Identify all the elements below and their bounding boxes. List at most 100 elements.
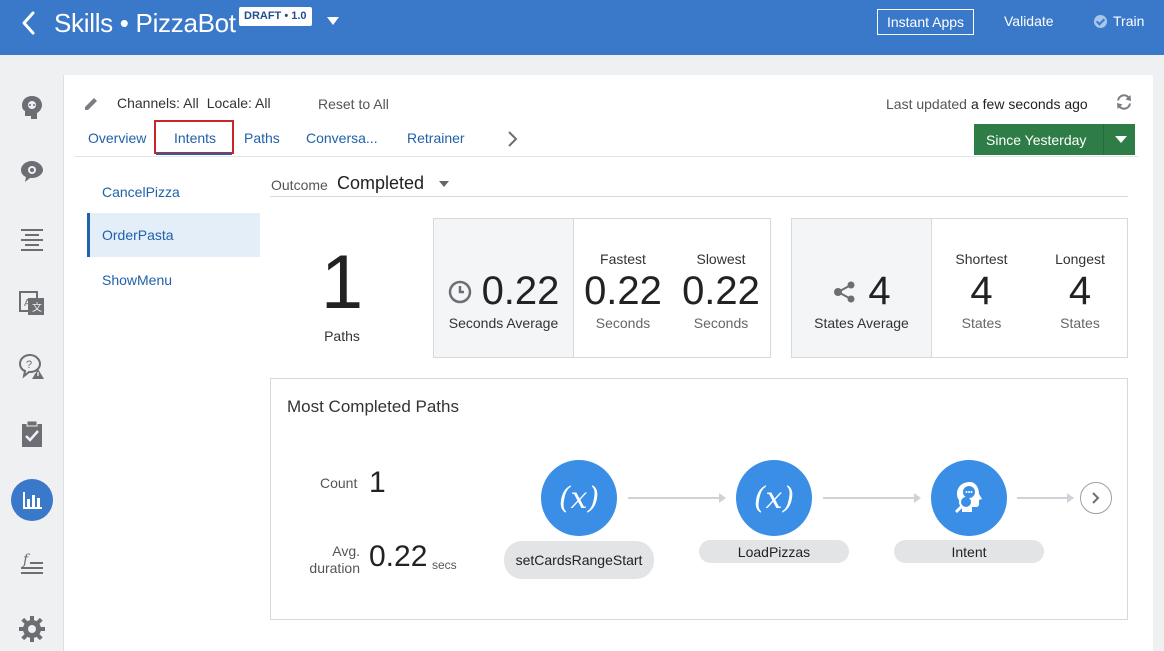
insights-checklist-icon[interactable] [16,418,48,450]
count-value: 1 [369,466,386,499]
shortest-cell: Shortest 4 States [932,219,1031,357]
duration-average-cell: 0.22 Seconds Average [434,219,574,357]
validate-button[interactable]: Validate [1004,13,1054,29]
filter-bar: Channels: All Locale: All [82,94,279,112]
slowest-value: 0.22 [682,269,760,313]
intent-item-cancelpizza[interactable]: CancelPizza [87,170,260,214]
path-node-variable[interactable]: (x) [541,460,617,536]
chevron-right-icon[interactable] [506,130,520,148]
components-icon[interactable]: f [16,549,48,581]
shortest-unit: States [961,315,1002,331]
slowest-unit: Seconds [693,315,749,331]
states-average-cell: 4 States Average [792,219,932,357]
locale-label: Locale: [206,95,252,111]
outcome-select[interactable]: Outcome Completed [270,170,1128,197]
shortest-label: Shortest [955,251,1008,267]
intent-head-icon [954,482,982,514]
channels-value: All [183,95,199,111]
last-updated-value: a few seconds ago [970,96,1088,112]
outcome-label: Outcome [271,177,328,193]
path-node-label: Intent [894,540,1044,563]
fastest-unit: Seconds [595,315,651,331]
chevron-right-icon [1092,492,1100,504]
slowest-cell: Slowest 0.22 Seconds [672,219,770,357]
states-stats: 4 States Average Shortest 4 States Longe… [791,218,1128,358]
app-title: Skills • PizzaBot [54,8,236,38]
refresh-icon[interactable] [1114,92,1134,112]
fastest-value: 0.22 [584,269,662,313]
chevron-down-icon[interactable] [439,181,449,187]
shortest-value: 4 [970,269,993,313]
pencil-icon[interactable] [82,94,100,112]
svg-text:文: 文 [32,301,42,314]
svg-text:f: f [22,552,31,568]
last-updated: Last updated a few seconds ago [886,96,1088,112]
path-arrow [1017,493,1074,503]
intent-item-showmenu[interactable]: ShowMenu [87,258,260,302]
quality-icon[interactable]: ? [16,351,48,383]
date-range-label: Since Yesterday [986,132,1087,148]
tab-intents[interactable]: Intents [174,130,216,146]
path-arrow [823,493,921,503]
path-arrow [628,493,726,503]
duration-average-label: Seconds Average [448,315,559,331]
reset-to-all-link[interactable]: Reset to All [318,96,389,112]
duration-average-value: 0.22 [481,269,560,313]
intents-icon[interactable] [16,92,48,124]
intent-item-orderpasta[interactable]: OrderPasta [87,213,260,257]
chevron-down-icon[interactable] [1115,136,1127,143]
top-bar: Skills • PizzaBot DRAFT • 1.0 Instant Ap… [0,0,1164,55]
duration-stats: 0.22 Seconds Average Fastest 0.22 Second… [433,218,771,358]
tab-retrainer[interactable]: Retrainer [407,130,465,146]
longest-value: 4 [1068,269,1092,313]
tab-conversations[interactable]: Conversa... [306,130,378,146]
instant-apps-button[interactable]: Instant Apps [877,9,974,35]
path-node-intent[interactable] [931,460,1007,536]
longest-label: Longest [1055,251,1105,267]
states-average-value: 4 [868,269,891,313]
avg-duration-unit: secs [432,558,457,572]
path-node-label: setCardsRangeStart [504,541,654,579]
states-average-label: States Average [814,315,909,331]
train-label: Train [1113,13,1145,29]
train-button[interactable]: Train [1094,13,1144,29]
count-label: Count [320,475,358,491]
svg-text:?: ? [26,359,32,371]
locale-filter: Locale: All [207,95,271,111]
paths-count: 1 [320,240,364,325]
most-completed-paths-title: Most Completed Paths [287,397,459,416]
left-sidebar: A文 ? f [0,55,63,651]
avg-label-line2: duration [309,560,360,576]
avg-label-line1: Avg. [332,543,360,559]
fastest-cell: Fastest 0.22 Seconds [574,219,672,357]
states-average-row: 4 [792,269,931,314]
next-path-button[interactable] [1080,482,1112,514]
path-node-label: LoadPizzas [699,540,849,563]
back-arrow-icon[interactable] [16,9,42,37]
duration-average-row: 0.22 [434,269,573,314]
slowest-label: Slowest [696,251,746,267]
avg-duration-value: 0.22 [369,540,428,573]
check-circle-icon [1094,14,1107,28]
locale-value: All [255,95,271,111]
entities-icon[interactable] [16,156,48,188]
insights-icon[interactable] [11,479,53,521]
last-updated-label: Last updated [886,96,967,112]
longest-cell: Longest 4 States [1031,219,1129,357]
avg-duration-label: Avg. duration [300,543,360,577]
tab-divider [74,156,1138,157]
resource-bundles-icon[interactable]: A文 [16,287,48,319]
date-range-dropdown[interactable]: Since Yesterday [974,124,1135,155]
chevron-down-icon[interactable] [327,17,339,25]
settings-gear-icon[interactable] [16,613,48,645]
variable-icon: (x) [753,480,795,516]
split-divider [1103,124,1104,155]
path-node-variable[interactable]: (x) [736,460,812,536]
tab-paths[interactable]: Paths [244,130,280,146]
clock-icon [448,280,471,303]
variable-icon: (x) [558,480,600,516]
tab-overview[interactable]: Overview [88,130,146,146]
flows-icon[interactable] [16,222,48,254]
longest-unit: States [1060,315,1100,331]
fastest-label: Fastest [600,251,646,267]
